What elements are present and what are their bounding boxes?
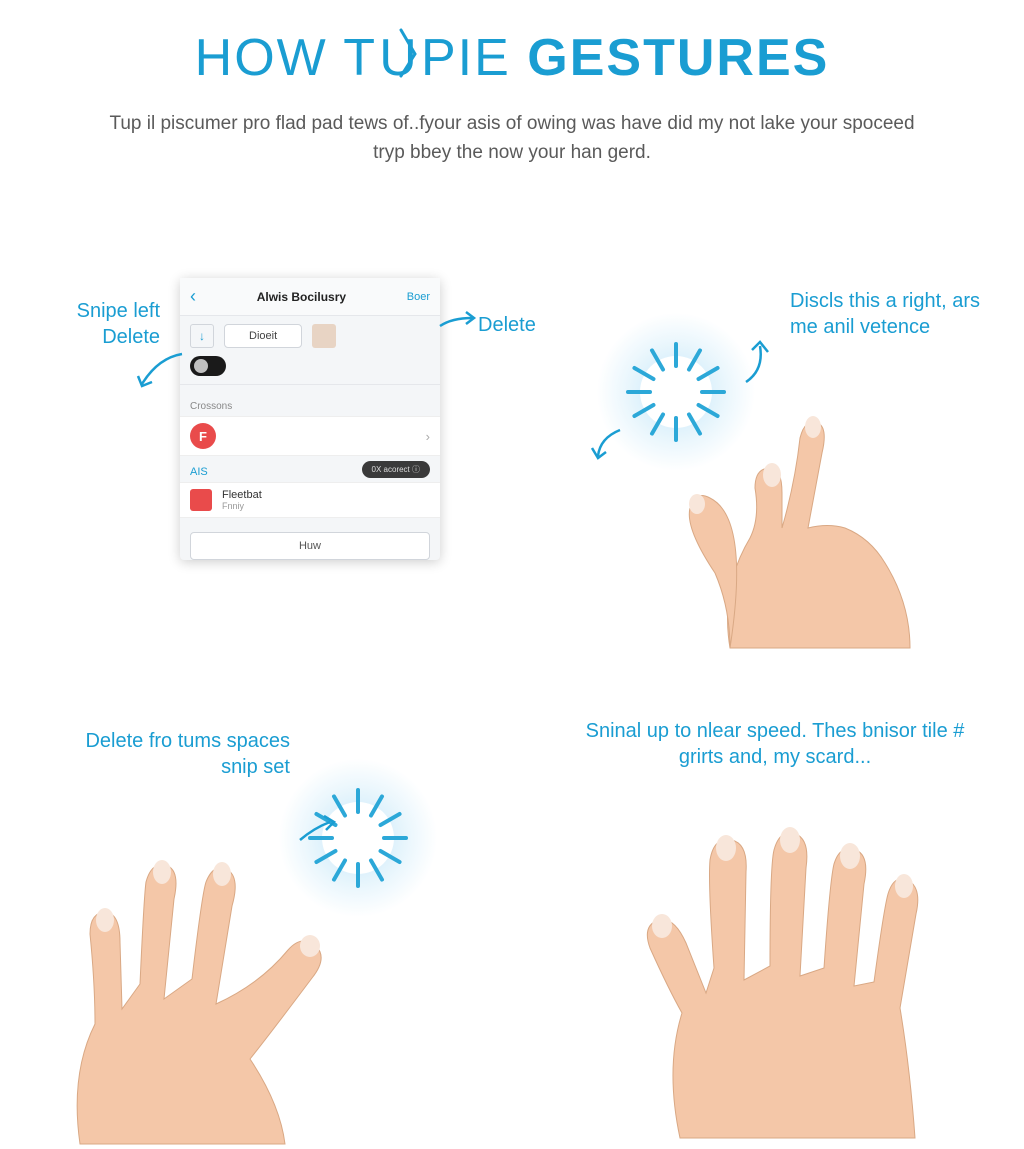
image-thumb-icon[interactable] bbox=[312, 324, 336, 348]
app-icon: F bbox=[190, 423, 216, 449]
back-icon[interactable]: ‹ bbox=[190, 286, 196, 307]
section-label-1: Crossons bbox=[180, 384, 440, 416]
title-part-1: HOW T bbox=[195, 29, 377, 87]
page-title: HOW TUPIE GESTURES bbox=[0, 28, 1024, 88]
phone-toolbar-row: ↓ Dioeit bbox=[180, 316, 440, 356]
phone-action-button[interactable]: Boer bbox=[407, 291, 430, 303]
hand-illustration bbox=[660, 368, 940, 648]
arrow-icon bbox=[130, 350, 190, 400]
phone-center-button[interactable]: Dioeit bbox=[224, 324, 302, 348]
list-item-title: Fleetbat bbox=[222, 489, 262, 501]
phone-footer-button[interactable]: Huw bbox=[190, 532, 430, 560]
callout-bottom-right: Sninal up to nlear speed. Thes bnisor ti… bbox=[570, 718, 980, 770]
list-item[interactable]: Fleetbat Fnniy bbox=[180, 482, 440, 518]
phone-mockup: ‹ Alwis Bocilusry Boer ↓ Dioeit Crossons… bbox=[180, 278, 440, 560]
title-part-3: GESTURES bbox=[527, 29, 829, 87]
callout-delete: Delete bbox=[478, 312, 536, 338]
toggle-switch[interactable] bbox=[190, 356, 226, 376]
callout-bottom-left: Delete fro tums spaces snip set bbox=[60, 728, 290, 780]
curve-arrow-icon bbox=[590, 424, 628, 462]
callout-swipe-left: Snipe left Delete bbox=[40, 298, 160, 350]
callout-top-right: Discls this a right, ars me anil vetence bbox=[790, 288, 990, 340]
download-icon[interactable]: ↓ bbox=[190, 324, 214, 348]
app-icon bbox=[190, 489, 212, 511]
phone-title: Alwis Bocilusry bbox=[257, 290, 346, 304]
subtitle: Tup il piscumer pro flad pad tews of..fy… bbox=[0, 110, 1024, 167]
phone-toggle-row bbox=[180, 356, 440, 384]
status-pill: 0X acorect ⓘ bbox=[362, 461, 430, 478]
hand-illustration bbox=[610, 798, 950, 1138]
list-item-subtitle: Fnniy bbox=[222, 501, 262, 511]
title-part-2: PIE bbox=[421, 29, 511, 87]
list-item[interactable]: F › bbox=[180, 416, 440, 456]
arrow-icon bbox=[438, 308, 478, 334]
section-label-2: AIS bbox=[180, 456, 218, 482]
hand-illustration bbox=[40, 824, 360, 1144]
chevron-right-icon: › bbox=[426, 429, 430, 444]
phone-header: ‹ Alwis Bocilusry Boer bbox=[180, 278, 440, 316]
